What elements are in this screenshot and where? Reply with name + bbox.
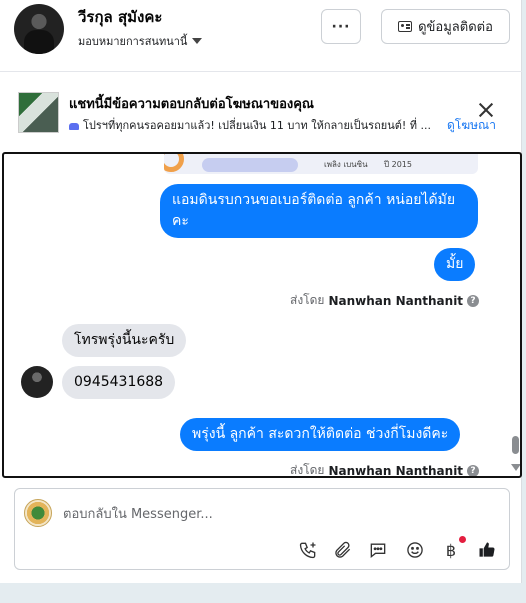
message-bubble-outgoing[interactable]: แอมดินรบกวนขอเบอร์ติดต่อ ลูกค้า หน่อยได้… <box>160 184 478 238</box>
chat-bubble-icon[interactable] <box>367 539 389 561</box>
message-bubble-incoming[interactable]: 0945431688 <box>62 366 176 399</box>
emoji-icon[interactable] <box>404 539 426 561</box>
image-ring-graphic <box>164 154 184 172</box>
ad-reply-banner: แชทนี้มีข้อความตอบกลับต่อโฆษณาของคุณ โปร… <box>0 73 522 151</box>
sent-by-name: Nanwhan Nanthanit <box>328 293 464 308</box>
sent-by-prefix: ส่งโดย <box>290 463 325 477</box>
baht-symbol: ฿ <box>445 540 457 560</box>
ad-banner-subtitle: โปรฯที่ทุกคนรอคอยมาแล้ว! เปลี่ยนเงิน 11 … <box>69 116 441 134</box>
contact-name[interactable]: วีรกุล สุมังคะ <box>78 5 162 29</box>
ad-banner-subtitle-text: โปรฯที่ทุกคนรอคอยมาแล้ว! เปลี่ยนเงิน 11 … <box>83 119 432 132</box>
reply-composer: ฿ <box>14 488 510 570</box>
message-bubble-outgoing[interactable]: มั้ย <box>434 248 476 281</box>
sent-by-label: ส่งโดย Nanwhan Nanthanit ? <box>290 291 480 310</box>
scroll-down-arrow-icon[interactable] <box>511 464 520 471</box>
assign-conversation-dropdown[interactable]: มอบหมายการสนทนานี้ <box>78 32 203 50</box>
assign-label: มอบหมายการสนทนานี้ <box>78 35 188 48</box>
reply-input[interactable] <box>63 503 483 525</box>
more-options-button[interactable]: ··· <box>321 9 361 44</box>
sent-by-prefix: ส่งโดย <box>290 293 325 307</box>
inbox-conversation-panel: วีรกุล สุมังคะ มอบหมายการสนทนานี้ ··· ดู… <box>0 0 522 583</box>
contact-avatar[interactable] <box>14 4 64 54</box>
image-text-year: ปี 2015 <box>384 160 412 169</box>
scrollbar-thumb[interactable] <box>512 436 519 454</box>
call-plus-icon[interactable] <box>297 539 319 561</box>
page-avatar <box>24 499 52 527</box>
paperclip-icon[interactable] <box>332 539 354 561</box>
thumbs-up-icon[interactable] <box>476 539 498 561</box>
message-thread[interactable]: เพลิง เบนซิน ปี 2015 แอมดินรบกวนขอเบอร์ต… <box>2 152 522 478</box>
id-card-icon <box>398 21 413 32</box>
sent-by-label: ส่งโดย Nanwhan Nanthanit ? <box>290 461 480 478</box>
view-contact-info-button[interactable]: ดูข้อมูลติดต่อ <box>381 9 510 44</box>
message-bubble-outgoing[interactable]: พรุ่งนี้ ลูกค้า สะดวกให้ติดต่อ ช่วงกี่โม… <box>180 418 461 451</box>
info-icon[interactable]: ? <box>467 294 480 307</box>
message-bubble-incoming[interactable]: โทรพรุ่งนี้นะครับ <box>62 324 187 357</box>
view-contact-info-label: ดูข้อมูลติดต่อ <box>418 20 493 35</box>
caret-down-icon <box>192 38 203 44</box>
ad-banner-title: แชทนี้มีข้อความตอบกลับต่อโฆษณาของคุณ <box>69 97 314 112</box>
conversation-header: วีรกุล สุมังคะ มอบหมายการสนทนานี้ ··· ดู… <box>0 0 522 72</box>
image-text-fuel: เพลิง เบนซิน <box>324 160 368 169</box>
ad-thumbnail[interactable] <box>18 92 59 133</box>
close-icon[interactable] <box>476 101 496 121</box>
baht-icon[interactable]: ฿ <box>440 536 466 561</box>
page-background-strip <box>0 583 526 603</box>
notification-dot <box>459 536 466 543</box>
image-pill-graphic <box>202 158 298 172</box>
car-icon <box>69 122 79 130</box>
shared-image-preview[interactable]: เพลิง เบนซิน ปี 2015 <box>164 154 478 174</box>
sent-by-name: Nanwhan Nanthanit <box>328 463 464 478</box>
contact-avatar-small <box>21 366 53 398</box>
info-icon[interactable]: ? <box>467 464 480 476</box>
